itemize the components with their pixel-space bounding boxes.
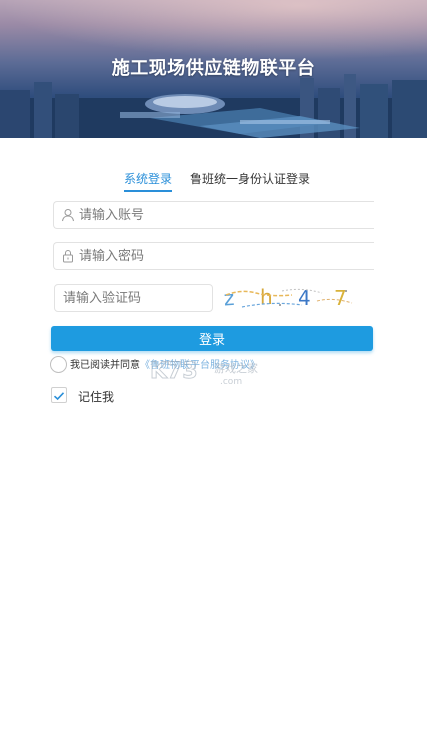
login-button[interactable]: 登录: [51, 326, 373, 351]
tab-luban-auth-login[interactable]: 鲁班统一身份认证登录: [190, 170, 310, 187]
captcha-field[interactable]: [54, 284, 213, 312]
tab-system-login[interactable]: 系统登录: [124, 170, 173, 192]
agreement-prefix: 我已阅读并同意: [70, 360, 140, 371]
account-field[interactable]: [53, 201, 374, 229]
remember-me-label: 记住我: [78, 390, 115, 404]
tab-label: 鲁班统一身份认证登录: [190, 172, 311, 186]
svg-text:7: 7: [334, 286, 347, 310]
svg-text:h: h: [260, 285, 273, 309]
lock-icon: [63, 249, 73, 263]
password-field[interactable]: [53, 242, 374, 270]
checkmark-icon: [53, 392, 65, 401]
user-icon: [62, 209, 74, 222]
agreement-row: 我已阅读并同意《鲁班物联平台服务协议》: [50, 356, 410, 374]
remember-me-row[interactable]: 记住我: [51, 387, 201, 404]
captcha-image[interactable]: z h 4 7: [222, 283, 356, 311]
agreement-text: 我已阅读并同意《鲁班物联平台服务协议》: [70, 356, 260, 371]
svg-text:z: z: [223, 286, 235, 311]
sky-glow: [0, 0, 427, 60]
page-title: 施工现场供应链物联平台: [111, 58, 316, 79]
captcha-input[interactable]: [63, 285, 203, 311]
password-input[interactable]: [79, 243, 359, 269]
header-banner: 施工现场供应链物联平台: [0, 0, 427, 138]
agreement-radio[interactable]: [50, 356, 67, 373]
remember-me-checkbox[interactable]: [51, 387, 67, 403]
agreement-link[interactable]: 《鲁班物联平台服务协议》: [140, 360, 260, 371]
tab-active-indicator: [124, 190, 173, 192]
login-tabs: 系统登录 鲁班统一身份认证登录: [0, 170, 427, 192]
watermark-domain: .com: [220, 377, 242, 386]
account-input[interactable]: [79, 202, 359, 228]
svg-text:4: 4: [298, 286, 311, 310]
tab-label: 系统登录: [124, 172, 173, 186]
